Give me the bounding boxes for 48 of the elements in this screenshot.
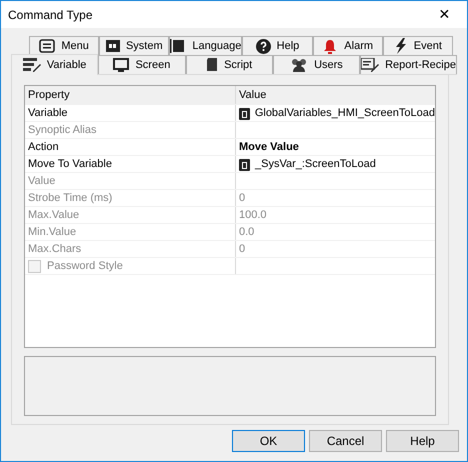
lightning-icon [394, 38, 408, 54]
property-value: 0.0 [239, 224, 254, 240]
tab[interactable]: Event [382, 36, 453, 55]
column-header: Property [28, 88, 70, 103]
scroll-icon [206, 57, 218, 73]
dialog-button[interactable]: Help [386, 430, 459, 452]
property-value: Move Value [239, 140, 299, 155]
property-value: 0 [239, 242, 246, 257]
tab[interactable]: Screen [98, 55, 186, 74]
property-value: GlobalVariables_HMI_ScreenToLoad [254, 106, 435, 121]
report-pencil-icon [361, 58, 380, 72]
terminal-icon [106, 40, 120, 52]
property-name: Variable [28, 106, 68, 121]
users-icon [290, 58, 308, 72]
dialog-button[interactable]: Cancel [309, 430, 382, 452]
tab[interactable]: System [99, 36, 170, 55]
bell-icon [322, 38, 338, 54]
property-name: Max.Chars [28, 242, 82, 257]
tab[interactable]: Language [169, 36, 242, 55]
flag-icon [170, 39, 186, 53]
monitor-icon [113, 58, 130, 72]
close-button[interactable]: ✕ [422, 1, 467, 28]
menu-icon [39, 39, 56, 53]
variable-icon [238, 106, 250, 120]
tab[interactable]: Help [242, 36, 313, 55]
tab[interactable]: Variable [11, 54, 98, 75]
tab[interactable]: Report-Recipe [360, 55, 457, 74]
property-name: Value [28, 174, 56, 189]
window-title: Command Type [8, 6, 92, 24]
tab[interactable]: Alarm [312, 36, 383, 55]
list-pencil-icon [22, 58, 41, 72]
tab[interactable]: Menu [29, 36, 100, 55]
help-icon [256, 38, 271, 54]
property-name: Max.Value [28, 208, 80, 223]
variable-icon [239, 158, 250, 170]
tab[interactable]: Script [186, 55, 273, 74]
property-name: Strobe Time (ms) [28, 190, 112, 206]
property-name: Password Style [47, 258, 123, 274]
property-value: 0 [239, 190, 246, 206]
property-name: Move To Variable [28, 156, 112, 172]
property-value: 100.0 [239, 208, 267, 223]
property-name: Action [28, 140, 59, 155]
property-value: _SysVar_:ScreenToLoad [255, 156, 376, 172]
column-header: Value [239, 88, 266, 103]
tab[interactable]: Users [272, 55, 360, 74]
property-name: Synoptic Alias [28, 122, 96, 138]
dialog-button[interactable]: OK [232, 430, 305, 452]
property-name: Min.Value [28, 224, 76, 240]
